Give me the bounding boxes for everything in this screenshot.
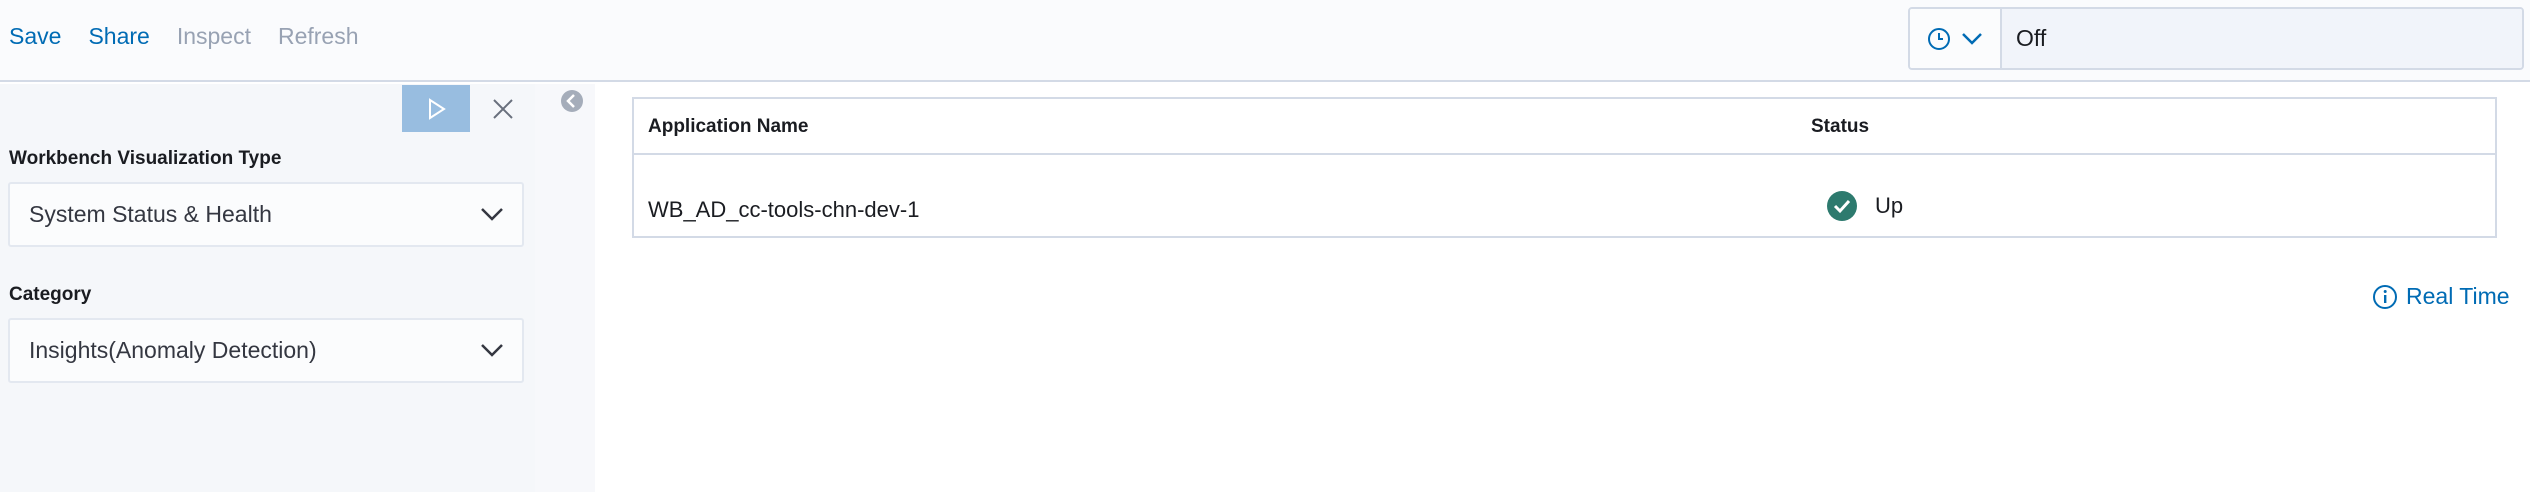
clock-icon: [1928, 27, 1950, 50]
close-icon: [493, 99, 513, 119]
inspect-button[interactable]: Inspect: [177, 22, 251, 50]
status-value: Up: [1875, 193, 1904, 218]
toolbar-actions: Save Share Inspect Refresh: [9, 22, 359, 50]
column-header-application-name[interactable]: Application Name: [648, 116, 808, 138]
refresh-button[interactable]: Refresh: [278, 22, 359, 50]
sidebar-gutter: [535, 84, 595, 492]
quick-menu-button[interactable]: [1910, 9, 2002, 68]
chevron-down-icon: [481, 208, 503, 221]
visualization-type-value: System Status & Health: [29, 201, 272, 227]
visualization-type-label: Workbench Visualization Type: [9, 148, 282, 169]
top-toolbar: Save Share Inspect Refresh Off: [0, 0, 2530, 82]
visualization-type-select[interactable]: System Status & Health: [8, 182, 524, 247]
share-button[interactable]: Share: [88, 22, 149, 50]
real-time-link[interactable]: Real Time: [2372, 283, 2510, 310]
category-select[interactable]: Insights(Anomaly Detection): [8, 318, 524, 383]
apply-button[interactable]: [402, 85, 470, 132]
category-value: Insights(Anomaly Detection): [29, 337, 317, 363]
collapse-sidebar-icon[interactable]: [560, 89, 584, 113]
refresh-interval-picker: Off: [1908, 7, 2524, 70]
application-name-cell: WB_AD_cc-tools-chn-dev-1: [648, 197, 920, 222]
real-time-label: Real Time: [2406, 283, 2510, 309]
status-table: Application Name Status WB_AD_cc-tools-c…: [632, 97, 2497, 238]
save-button[interactable]: Save: [9, 22, 61, 50]
chevron-down-icon: [481, 344, 503, 357]
discard-button[interactable]: [486, 92, 520, 126]
refresh-interval-value[interactable]: Off: [2002, 9, 2522, 68]
category-label: Category: [9, 284, 92, 305]
check-circle-icon: [1827, 191, 1857, 221]
table-header: Application Name Status: [634, 99, 2495, 155]
info-icon: [2373, 284, 2397, 309]
chevron-down-icon: [1962, 32, 1982, 45]
editor-sidebar: Workbench Visualization Type System Stat…: [0, 84, 535, 492]
status-cell: Up: [1827, 191, 1903, 221]
column-header-status[interactable]: Status: [1811, 116, 1869, 138]
play-icon: [429, 97, 446, 120]
